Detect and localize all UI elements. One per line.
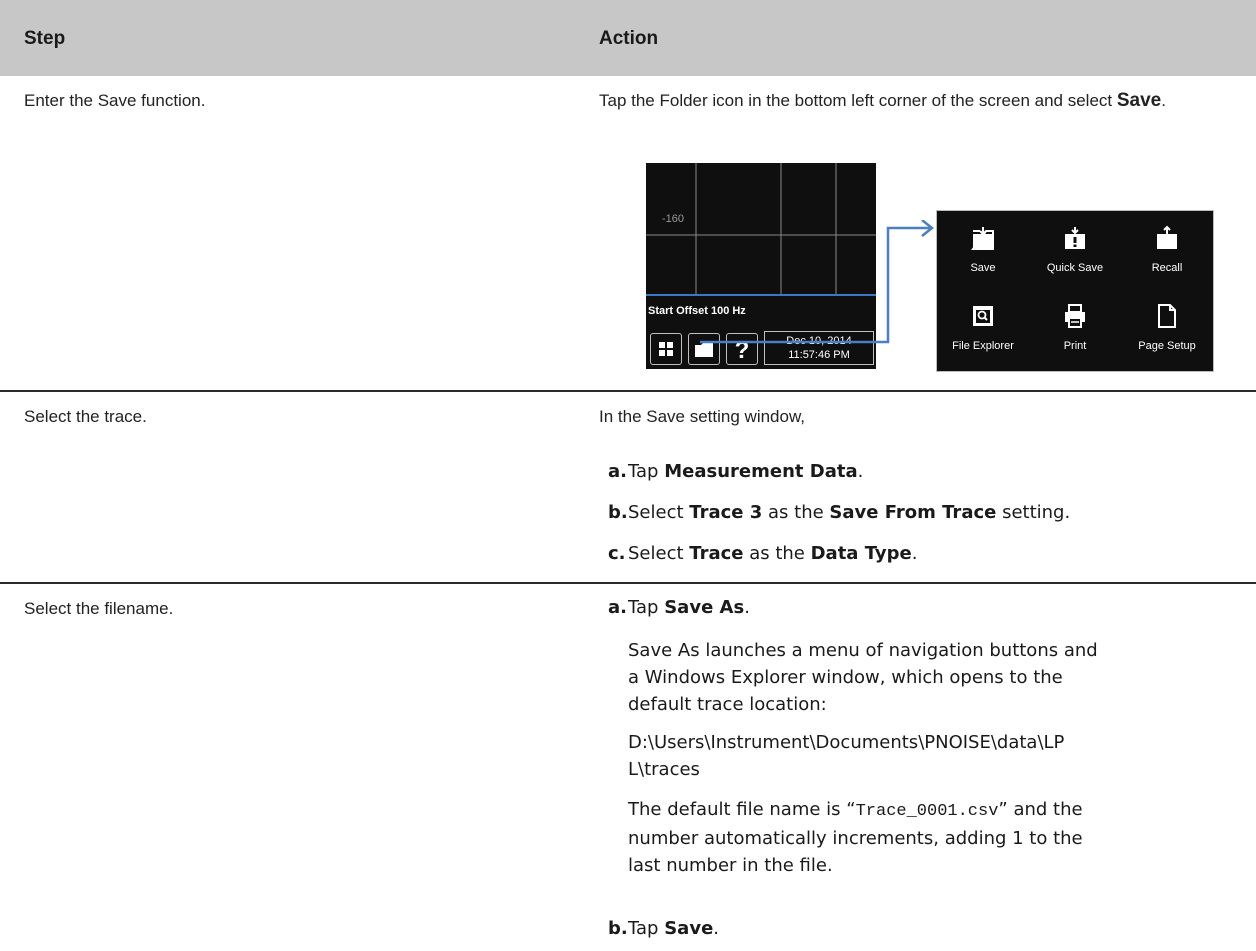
printer-icon xyxy=(1065,304,1085,328)
row-divider xyxy=(0,390,1256,392)
menu-file-explorer: File Explorer xyxy=(939,303,1027,352)
row3-path: D:\Users\Instrument\Documents\PNOISE\dat… xyxy=(628,732,1065,780)
row-divider xyxy=(0,582,1256,584)
row2-step: Select the trace. xyxy=(24,407,147,426)
save-icon xyxy=(971,227,994,250)
row3-paragraph-2: The default file name is “Trace_0001.csv… xyxy=(628,799,1083,876)
quick-save-icon xyxy=(1065,227,1085,249)
column-header-step: Step xyxy=(24,28,66,49)
row3-step: Select the filename. xyxy=(24,599,174,618)
menu-quick-save: Quick Save xyxy=(1031,225,1119,274)
file-explorer-icon xyxy=(973,306,993,326)
row2-intro: In the Save setting window, xyxy=(599,407,806,426)
recall-icon xyxy=(1157,225,1177,249)
file-menu-screenshot: Save Quick Save Recall File Explorer Pri… xyxy=(936,210,1214,372)
page-setup-icon xyxy=(1158,304,1176,328)
windows-icon xyxy=(650,333,682,365)
menu-print: Print xyxy=(1031,303,1119,352)
connector-arrow-icon xyxy=(700,220,935,344)
y-tick-label: -160 xyxy=(662,213,685,225)
row3-paragraph-1: Save As launches a menu of navigation bu… xyxy=(628,640,1098,715)
table-header: Step Action xyxy=(0,0,1256,76)
row1-action: Tap the Folder icon in the bottom left c… xyxy=(599,90,1166,111)
column-header-action: Action xyxy=(599,28,659,49)
menu-save: Save xyxy=(939,225,1027,274)
menu-page-setup: Page Setup xyxy=(1123,303,1211,352)
row1-step: Enter the Save function. xyxy=(24,91,206,110)
menu-recall: Recall xyxy=(1123,225,1211,274)
